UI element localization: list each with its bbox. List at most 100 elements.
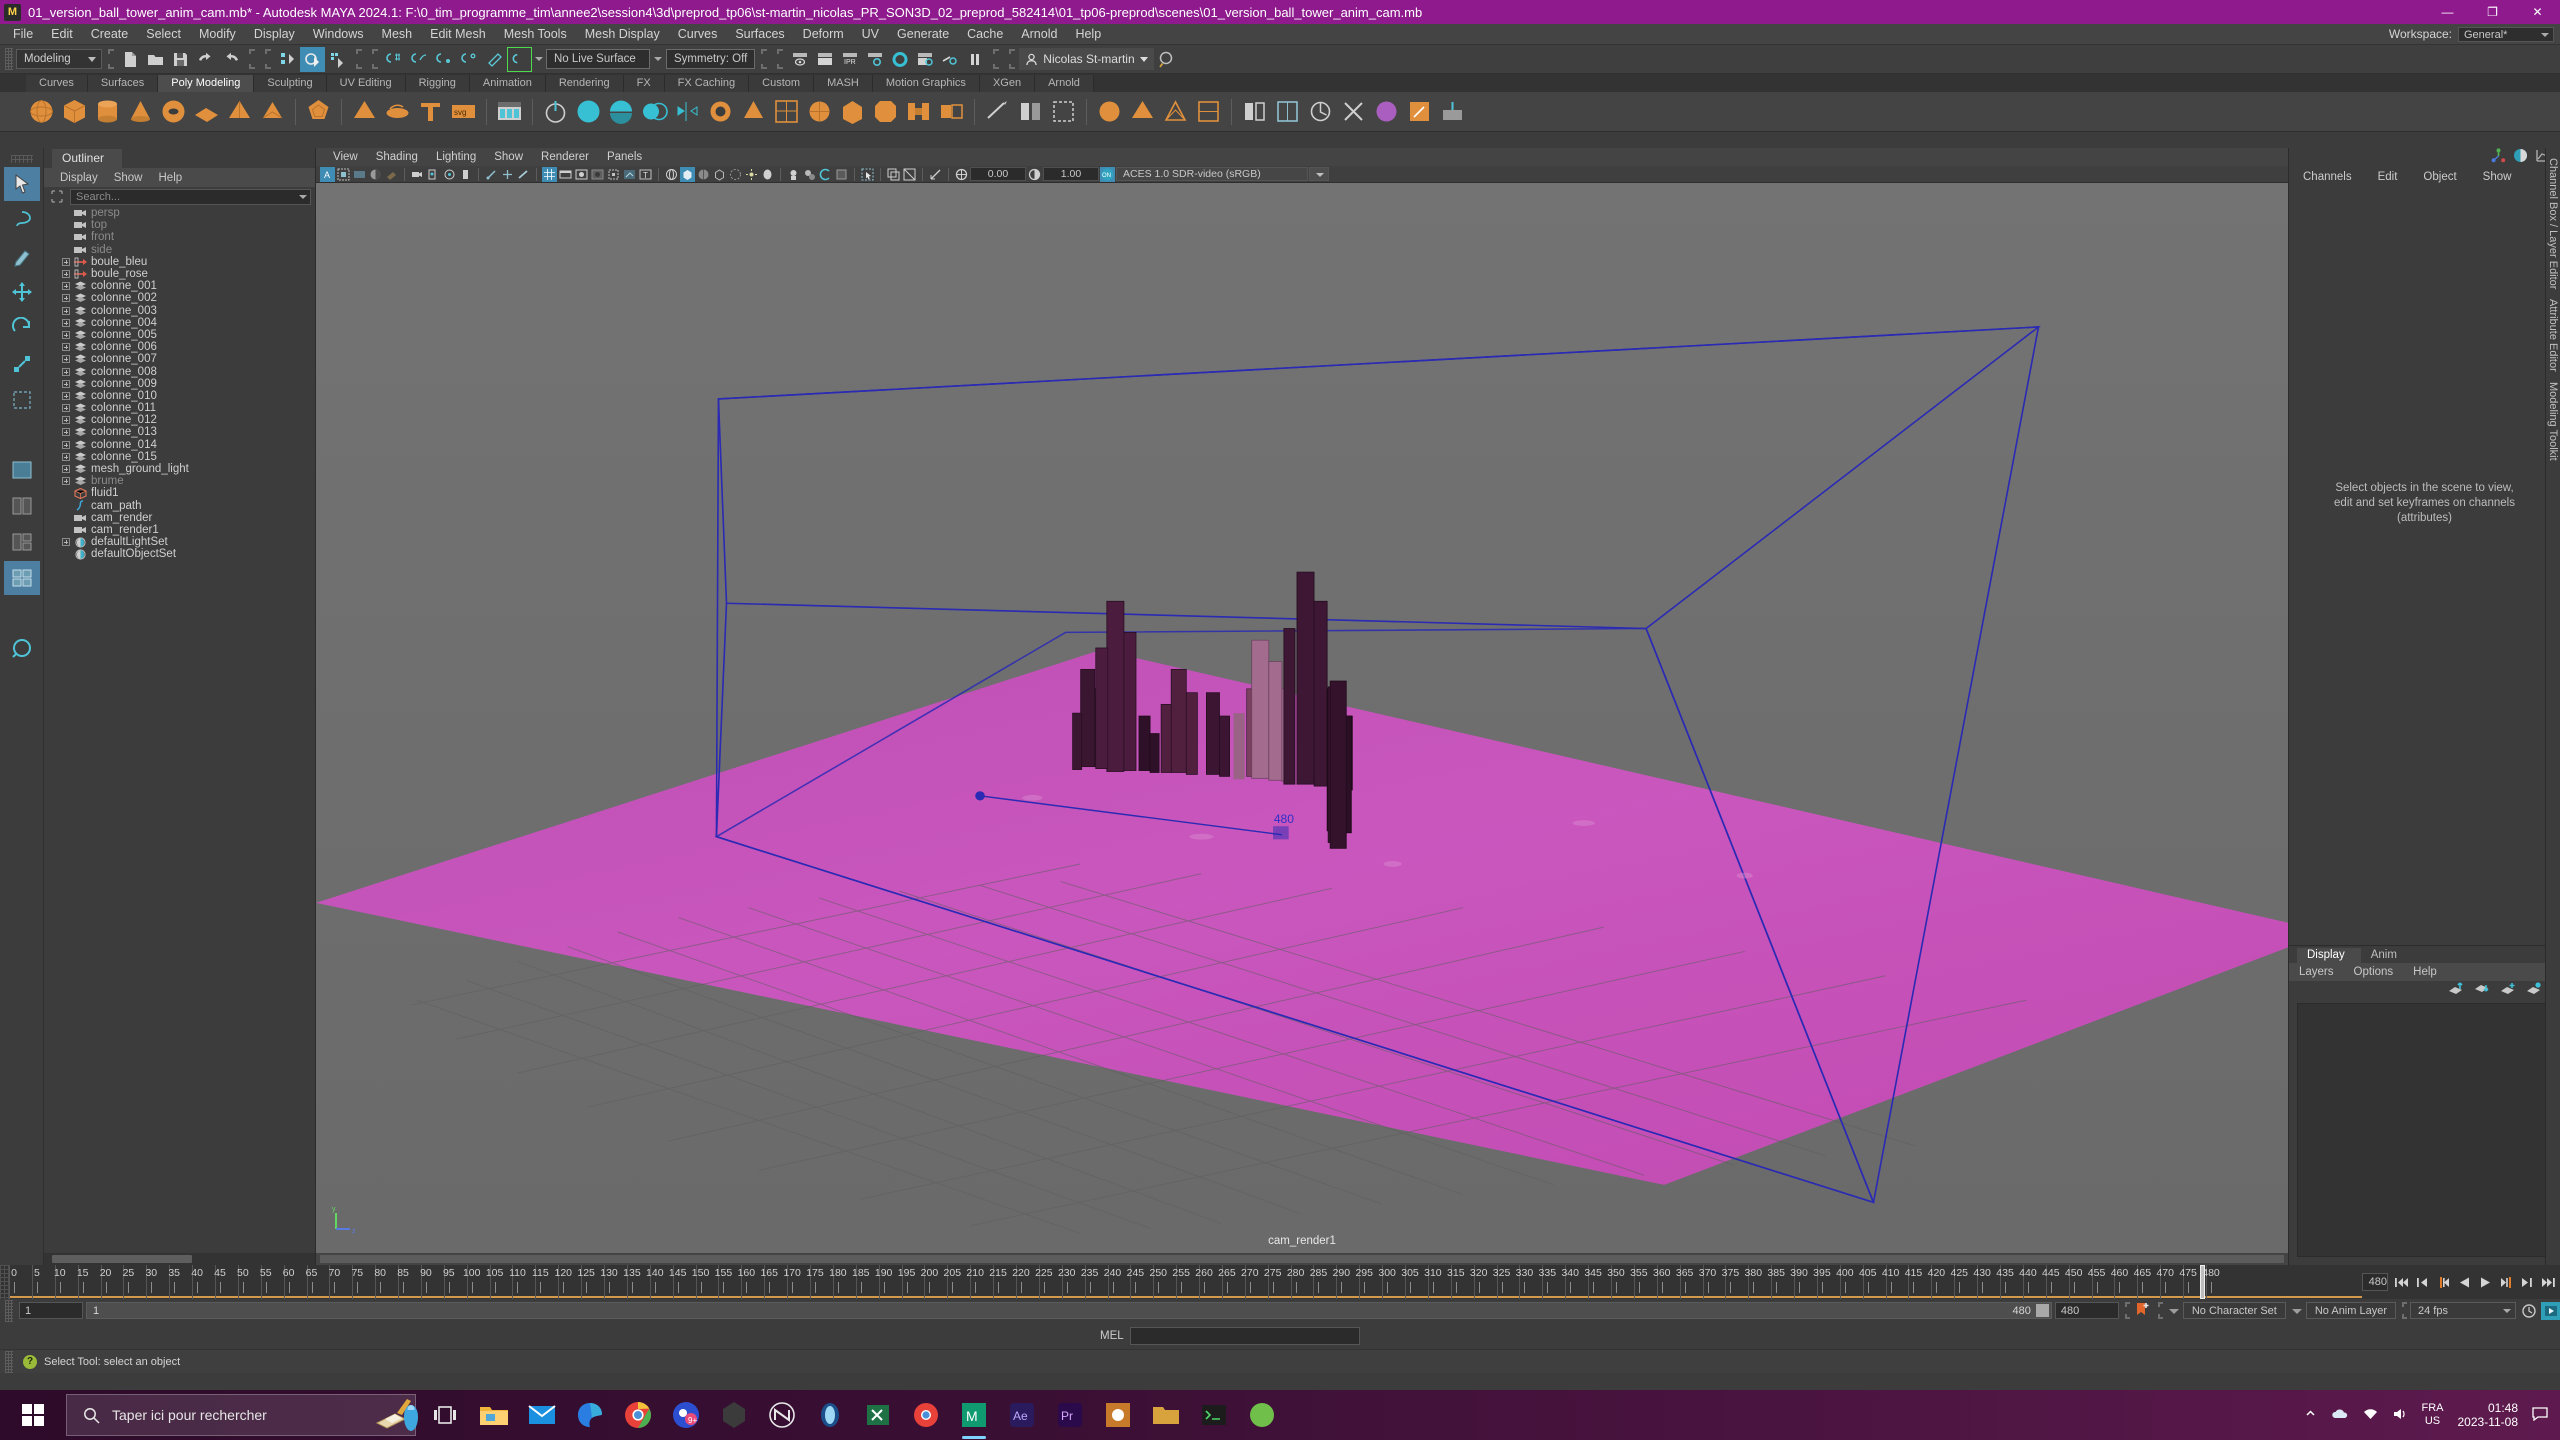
layer-tab-anim[interactable]: Anim (2361, 948, 2413, 963)
viewport-menu-lighting[interactable]: Lighting (427, 151, 485, 163)
move-tool-button[interactable] (4, 275, 40, 309)
outliner-item[interactable]: colonne_004 (44, 317, 315, 329)
isolate-select-icon[interactable] (834, 167, 849, 182)
menu-mesh-display[interactable]: Mesh Display (576, 24, 669, 45)
channelbox-menu-channels[interactable]: Channels (2303, 171, 2378, 183)
film-gate-icon[interactable] (458, 167, 473, 182)
render-sequence-icon[interactable] (812, 47, 837, 72)
poly-boolean-icon[interactable] (639, 96, 670, 127)
view-layout-single-button[interactable] (4, 453, 40, 487)
lasso-tool-button[interactable] (4, 203, 40, 237)
shelf-tab-xgen[interactable]: XGen (979, 75, 1036, 92)
user-account-chip[interactable]: Nicolas St-martin (1019, 48, 1154, 70)
shelf-tab-uv-editing[interactable]: UV Editing (326, 75, 406, 92)
view-layout-3pane-button[interactable] (4, 525, 40, 559)
poly-append-icon[interactable] (936, 96, 967, 127)
expand-toggle-icon[interactable] (62, 428, 70, 437)
expand-toggle-icon[interactable] (62, 343, 70, 352)
expand-toggle-icon[interactable] (62, 330, 70, 339)
color-management-toggle[interactable]: ON (1100, 166, 1115, 182)
clock[interactable]: 01:48 2023-11-08 (2458, 1401, 2519, 1429)
start-button[interactable] (0, 1390, 66, 1440)
outliner-item[interactable]: defaultObjectSet (44, 548, 315, 560)
poly-color-set-icon[interactable] (1371, 96, 1402, 127)
snap-curve-icon[interactable] (407, 47, 432, 72)
poly-cube-icon[interactable] (59, 96, 90, 127)
poly-cleanup-icon[interactable] (1338, 96, 1369, 127)
outliner-item[interactable]: colonne_001 (44, 280, 315, 292)
menu-curves[interactable]: Curves (669, 24, 727, 45)
outliner-item[interactable]: brume (44, 475, 315, 487)
adobe-app-icon[interactable] (812, 1397, 848, 1433)
shelf-tab-surfaces[interactable]: Surfaces (87, 75, 159, 92)
menu-generate[interactable]: Generate (888, 24, 958, 45)
expand-toggle-icon[interactable] (62, 404, 70, 413)
tray-network-icon[interactable] (2363, 1407, 2378, 1424)
selection-filter-icon[interactable] (50, 190, 66, 204)
exposure-value[interactable]: 0.00 (970, 167, 1026, 181)
save-scene-button[interactable] (168, 47, 193, 72)
wireframe-on-shaded-icon[interactable] (542, 166, 557, 182)
expand-toggle-icon[interactable] (62, 306, 70, 315)
menu-modify[interactable]: Modify (190, 24, 245, 45)
xray-joints-icon[interactable] (484, 167, 499, 182)
outliner-item[interactable]: persp (44, 207, 315, 219)
select-object-button[interactable] (300, 46, 325, 72)
move-layer-down-icon[interactable] (2474, 982, 2490, 1001)
go-to-start-button[interactable] (2394, 1273, 2409, 1291)
expand-toggle-icon[interactable] (62, 367, 70, 376)
poly-transfer-icon[interactable] (1305, 96, 1336, 127)
menu-cache[interactable]: Cache (958, 24, 1012, 45)
new-scene-button[interactable] (118, 47, 143, 72)
edge-icon[interactable] (572, 1397, 608, 1433)
snap-options-carat[interactable] (532, 49, 546, 69)
viewport-canvas[interactable]: 480 cam_render1 y z (316, 183, 2288, 1253)
toggle-ipr-icon[interactable] (937, 47, 962, 72)
taskbar-search[interactable]: Taper ici pour rechercher (66, 1394, 418, 1436)
poly-crease-icon[interactable] (1127, 96, 1158, 127)
screenspace-ao-icon[interactable] (622, 167, 637, 182)
poly-quadrangulate-icon[interactable] (1193, 96, 1224, 127)
layer-menu-help[interactable]: Help (2413, 966, 2457, 978)
render-view-icon[interactable] (912, 47, 937, 72)
gamma-value[interactable]: 1.00 (1043, 167, 1099, 181)
menu-help[interactable]: Help (1066, 24, 1110, 45)
poly-uv-icon[interactable] (1272, 96, 1303, 127)
expand-toggle-icon[interactable] (62, 318, 70, 327)
poly-normals-icon[interactable] (1437, 96, 1468, 127)
shelf-tab-poly-modeling[interactable]: Poly Modeling (158, 75, 255, 92)
outliner-menu-help[interactable]: Help (151, 172, 191, 184)
multi-cut-icon[interactable] (982, 96, 1013, 127)
outliner-item[interactable]: colonne_005 (44, 329, 315, 341)
viewport-horizontal-scrollbar[interactable] (316, 1253, 2288, 1265)
tray-volume-icon[interactable] (2392, 1407, 2408, 1424)
outliner-item[interactable]: front (44, 231, 315, 243)
select-camera-icon[interactable]: A (320, 166, 335, 182)
expand-toggle-icon[interactable] (62, 391, 70, 400)
character-set-field[interactable]: No Character Set (2182, 1302, 2286, 1319)
outliner-item[interactable]: cam_path (44, 500, 315, 512)
text-overlay-icon[interactable]: T (638, 167, 653, 182)
snap-view-plane-icon[interactable] (482, 47, 507, 72)
poly-sculpt-icon[interactable] (1094, 96, 1125, 127)
next-key-button[interactable] (2499, 1273, 2514, 1291)
live-surface-field[interactable]: No Live Surface (546, 49, 650, 69)
viewport-menu-show[interactable]: Show (485, 151, 532, 163)
camera-attributes-icon[interactable] (352, 167, 367, 182)
poly-cone-icon[interactable] (125, 96, 156, 127)
show-cameras-icon[interactable] (760, 167, 775, 182)
outliner-item[interactable]: colonne_002 (44, 292, 315, 304)
poly-bevel-icon[interactable] (870, 96, 901, 127)
outliner-menu-display[interactable]: Display (52, 172, 106, 184)
substance-icon[interactable] (1100, 1397, 1136, 1433)
outliner-item[interactable]: colonne_014 (44, 439, 315, 451)
bookmark-icon[interactable] (384, 167, 399, 182)
range-bar-handle[interactable] (2035, 1304, 2049, 1317)
time-slider-gripper[interactable] (0, 1265, 9, 1299)
expand-toggle-icon[interactable] (62, 379, 70, 388)
show-dynamics-icon[interactable] (728, 167, 743, 182)
channelbox-menu-edit[interactable]: Edit (2378, 171, 2424, 183)
file-explorer-icon[interactable] (476, 1397, 512, 1433)
expand-toggle-icon[interactable] (62, 257, 70, 266)
menu-edit-mesh[interactable]: Edit Mesh (421, 24, 495, 45)
